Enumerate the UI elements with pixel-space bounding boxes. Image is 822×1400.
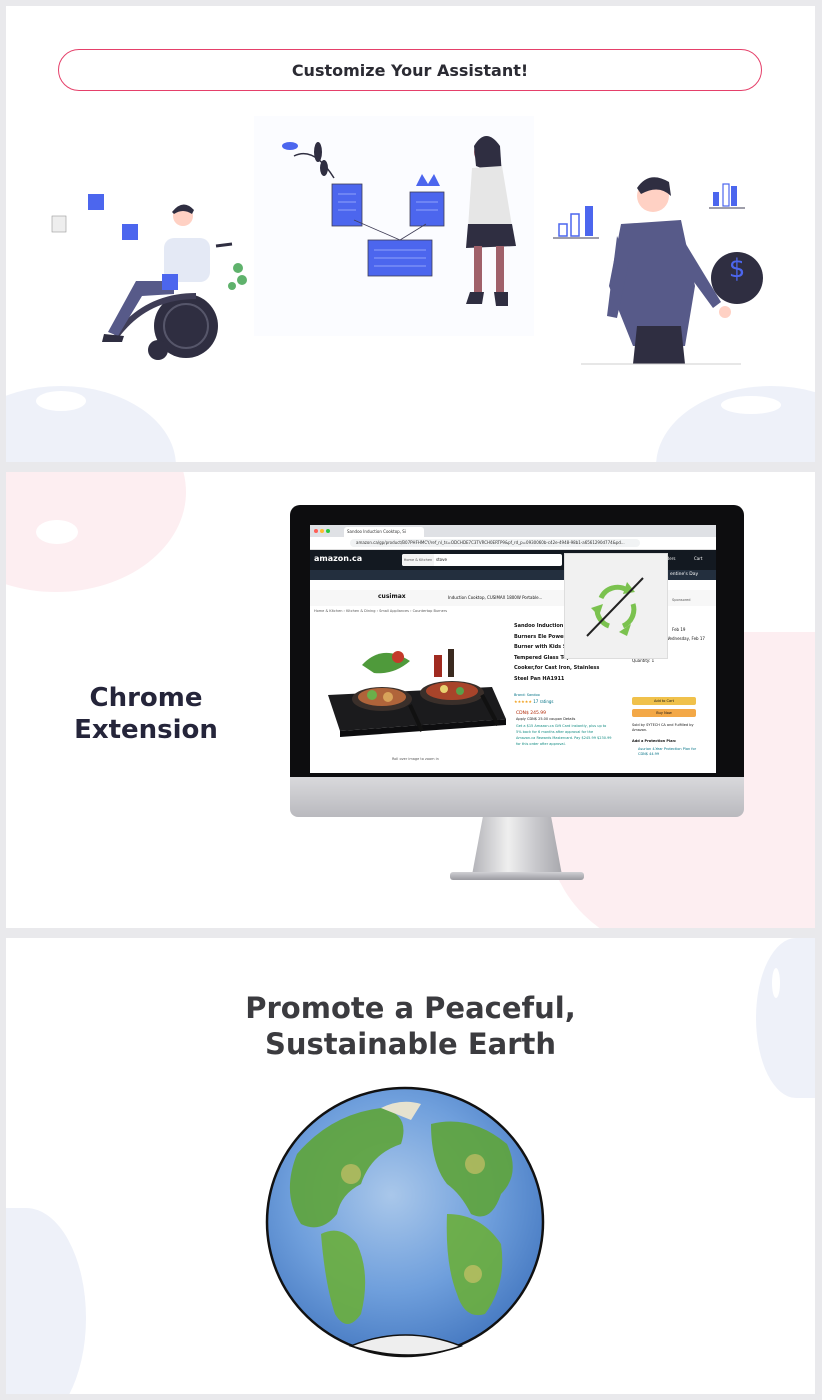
window-maximize-button[interactable] [326,529,330,533]
earth-globe-illustration [265,1086,545,1358]
star-rating[interactable]: ★★★★★ 17 ratings [514,699,554,704]
organizer-woman-illustration [254,116,534,336]
sustainable-earth-panel: Promote a Peaceful, Sustainable Earth [6,938,815,1394]
gift-card-deal: Get a $15 Amazon.ca Gift Card instantly,… [516,724,612,746]
customize-panel: Customize Your Assistant! $ [6,6,815,462]
chrome-extension-title: Chrome Extension [74,683,218,745]
product-price: CDN$ 245.99 [516,711,547,716]
sponsored-label: Sponsored [672,598,691,602]
window-minimize-button[interactable] [320,529,324,533]
decor-blob [36,520,78,544]
decor-blob [36,391,86,411]
decor-blob [721,396,781,414]
browser-screen: Sandoo Induction Cooktop, Si amazon.ca/g… [310,525,716,773]
valentines-banner: entine's Day [670,572,699,577]
chrome-extension-panel: Chrome Extension Sandoo Induction Cookto… [6,472,815,928]
browser-tab[interactable]: Sandoo Induction Cooktop, Si [344,527,424,537]
ratings-count[interactable]: 17 ratings [533,699,553,704]
brand-link[interactable]: Brand: Sandoo [514,693,540,697]
recycle-icon [586,577,644,637]
image-zoom-hint: Roll over image to zoom in [392,757,439,761]
coupon-text[interactable]: Apply CDN$ 25.00 coupon Details [516,717,575,721]
protection-plan-label: Add a Protection Plan: [632,739,677,743]
cusimax-logo: cusimax [378,593,406,600]
banner-text: Induction Cooktop, CUSIMAX 1800W Portabl… [448,595,543,600]
browser-tab-bar: Sandoo Induction Cooktop, Si [310,525,716,537]
monitor-bezel: Sandoo Induction Cooktop, Si amazon.ca/g… [290,505,744,777]
decor-blob [6,1208,86,1394]
browser-toolbar: amazon.ca/gp/product/B07PHFHMCY/ref_nl_t… [310,537,716,550]
search-category-select[interactable]: Home & Kitchen [402,554,434,566]
customize-assistant-button[interactable]: Customize Your Assistant! [58,49,762,91]
extension-popup[interactable] [564,553,668,659]
add-to-cart-button[interactable]: Add to Cart [632,697,696,705]
search-query: stove [436,557,447,562]
desktop-monitor: Sandoo Induction Cooktop, Si amazon.ca/g… [290,505,744,885]
product-image-cooktop[interactable] [322,635,508,745]
decor-blob [760,944,770,962]
decor-blob [6,472,186,592]
decor-blob [6,386,176,462]
protection-plan-option[interactable]: Asurion 4-Year Protection Plan for CDN$ … [638,747,704,757]
amazon-logo[interactable]: amazon.ca [314,554,362,563]
buy-now-button[interactable]: Buy Now [632,709,696,717]
breadcrumb[interactable]: Home & Kitchen › Kitchen & Dining › Smal… [314,609,447,613]
sold-by-text: Sold by SYTECH CA and Fulfilled by Amazo… [632,723,694,732]
window-close-button[interactable] [314,529,318,533]
amazon-search-input[interactable]: Home & Kitchen stove [402,554,562,566]
promo-title: Promote a Peaceful, Sustainable Earth [245,991,576,1061]
address-bar[interactable]: amazon.ca/gp/product/B07PHFHMCY/ref_nl_t… [350,539,640,547]
monitor-foot [450,872,584,880]
cart-link[interactable]: Cart [694,556,702,561]
monitor-stand [472,817,562,875]
monitor-chin [290,777,744,817]
dollar-icon: $ [728,254,746,284]
wheelchair-person-illustration [51,194,247,360]
